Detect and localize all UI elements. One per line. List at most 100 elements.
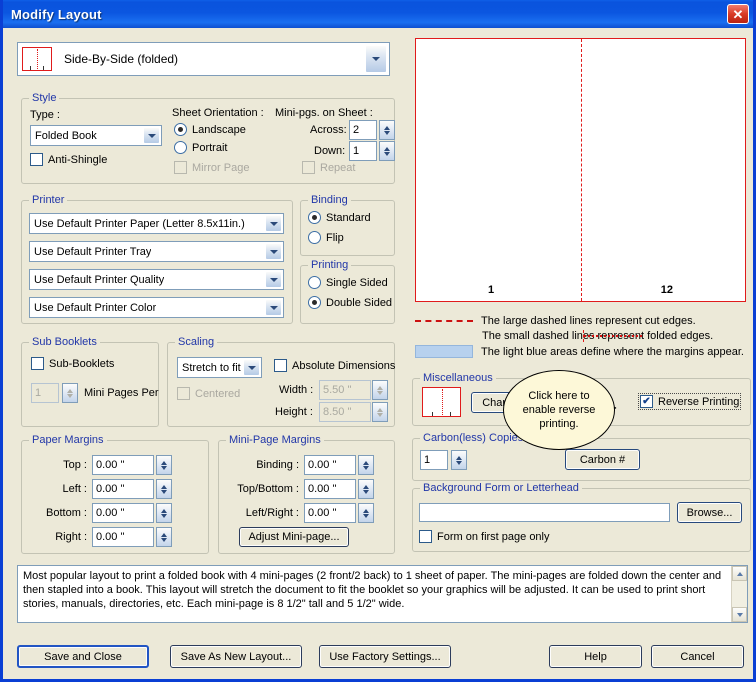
printing-group-label: Printing [308, 259, 352, 271]
save-and-close-button[interactable]: Save and Close [17, 645, 149, 668]
form-first-page-only-checkbox[interactable]: Form on first page only [419, 530, 550, 543]
printer-paper-select[interactable]: Use Default Printer Paper (Letter 8.5x11… [29, 213, 284, 234]
paper-margins-group-label: Paper Margins [29, 434, 107, 446]
carbon-copies-input[interactable]: 1 [420, 450, 448, 470]
across-input[interactable]: 2 [349, 120, 377, 140]
radio-circle [308, 276, 321, 289]
paper-margin-right-value: 0.00 " [96, 531, 125, 543]
across-stepper[interactable] [379, 120, 395, 140]
browse-button[interactable]: Browse... [677, 502, 742, 523]
mini-left-right-input[interactable]: 0.00 " [304, 503, 356, 523]
layout-description-box[interactable]: Most popular layout to print a folded bo… [17, 565, 748, 623]
type-select[interactable]: Folded Book [30, 125, 162, 146]
paper-margin-right-input[interactable]: 0.00 " [92, 527, 154, 547]
printer-color-select[interactable]: Use Default Printer Color [29, 297, 284, 318]
radio-circle [308, 296, 321, 309]
printer-tray-select[interactable]: Use Default Printer Tray [29, 241, 284, 262]
carbon-copies-group-label: Carbon(less) Copies [420, 432, 527, 444]
sub-booklets-group-label: Sub Booklets [29, 336, 100, 348]
mini-top-bottom-input[interactable]: 0.00 " [304, 479, 356, 499]
chevron-down-icon[interactable] [265, 271, 282, 288]
chevron-down-icon[interactable] [143, 127, 160, 144]
layout-description-text: Most popular layout to print a folded bo… [23, 570, 722, 610]
chevron-down-icon[interactable] [265, 215, 282, 232]
description-scrollbar[interactable] [731, 566, 747, 622]
help-button[interactable]: Help [549, 645, 642, 668]
repeat-label: Repeat [320, 161, 356, 174]
preview-page-number-right: 12 [660, 284, 673, 296]
close-icon[interactable]: ✕ [727, 4, 749, 24]
mini-top-bottom-label: Top/Bottom : [237, 483, 299, 495]
binding-radio-flip[interactable]: Flip [308, 231, 344, 244]
background-form-group: Background Form or Letterhead Browse... … [412, 482, 751, 552]
adjust-mini-page-button[interactable]: Adjust Mini-page... [239, 527, 349, 547]
legend-row-cut: The large dashed lines represent cut edg… [415, 315, 751, 327]
mini-left-right-stepper[interactable] [358, 503, 374, 523]
mini-top-bottom-stepper[interactable] [358, 479, 374, 499]
scroll-down-icon[interactable] [732, 607, 747, 622]
down-input[interactable]: 1 [349, 141, 377, 161]
width-label: Width : [279, 384, 314, 396]
preview-legend: The large dashed lines represent cut edg… [415, 315, 751, 361]
scaling-group: Scaling Stretch to fit Centered Absolute… [167, 336, 395, 427]
paper-margin-bottom-input[interactable]: 0.00 " [92, 503, 154, 523]
printer-quality-select[interactable]: Use Default Printer Quality [29, 269, 284, 290]
width-stepper [372, 380, 388, 400]
carbon-copies-stepper[interactable] [451, 450, 467, 470]
save-as-new-layout-button[interactable]: Save As New Layout... [170, 645, 302, 668]
margin-area-swatch-icon [415, 345, 473, 358]
printing-radio-double-sided[interactable]: Double Sided [308, 296, 392, 309]
mini-binding-stepper[interactable] [358, 455, 374, 475]
cancel-button[interactable]: Cancel [651, 645, 744, 668]
chevron-down-icon[interactable] [265, 243, 282, 260]
binding-radio-standard[interactable]: Standard [308, 211, 371, 224]
down-label: Down: [314, 145, 346, 157]
checkbox-box [177, 387, 190, 400]
printer-quality-value: Use Default Printer Quality [34, 273, 165, 286]
paper-margin-right-stepper[interactable] [156, 527, 172, 547]
anti-shingle-checkbox[interactable]: Anti-Shingle [30, 153, 107, 166]
paper-margins-group: Paper Margins Top : 0.00 " Left : 0.00 "… [21, 434, 209, 554]
legend-row-margin: The light blue areas define where the ma… [415, 345, 751, 358]
fold-line [580, 39, 582, 301]
paper-margin-top-input[interactable]: 0.00 " [92, 455, 154, 475]
preview-page-number-left: 1 [488, 284, 495, 296]
mini-pages-per-stepper [62, 383, 78, 403]
background-form-path-input[interactable] [419, 503, 670, 522]
paper-margin-left-stepper[interactable] [156, 479, 172, 499]
chevron-down-icon[interactable] [265, 299, 282, 316]
mini-binding-input[interactable]: 0.00 " [304, 455, 356, 475]
repeat-checkbox: Repeat [302, 161, 355, 174]
legend-row-fold: The small dashed lines represent folded … [415, 330, 751, 342]
absolute-dimensions-checkbox[interactable]: Absolute Dimensions [274, 359, 395, 372]
sub-booklets-label: Sub-Booklets [49, 357, 115, 370]
paper-margin-bottom-stepper[interactable] [156, 503, 172, 523]
background-form-group-label: Background Form or Letterhead [420, 482, 582, 494]
scaling-mode-select[interactable]: Stretch to fit [177, 357, 262, 378]
scroll-up-icon[interactable] [732, 566, 747, 581]
carbon-number-button[interactable]: Carbon # [565, 449, 640, 470]
chevron-down-icon[interactable] [243, 359, 260, 376]
orientation-radio-portrait[interactable]: Portrait [174, 141, 227, 154]
sub-booklets-group: Sub Booklets Sub-Booklets 1 Mini Pages P… [21, 336, 159, 427]
orientation-radio-landscape[interactable]: Landscape [174, 123, 246, 136]
width-value: 5.50 " [323, 384, 352, 396]
height-input: 8.50 " [319, 402, 371, 422]
layout-style-select[interactable]: Side-By-Side (folded) [17, 42, 390, 76]
scaling-group-label: Scaling [175, 336, 218, 348]
height-value: 8.50 " [323, 406, 352, 418]
cut-edge-swatch-icon [415, 315, 473, 327]
height-label: Height : [275, 406, 313, 418]
paper-margin-top-stepper[interactable] [156, 455, 172, 475]
paper-margin-left-input[interactable]: 0.00 " [92, 479, 154, 499]
mini-page-margins-group: Mini-Page Margins Binding : 0.00 " Top/B… [218, 434, 395, 554]
mini-top-bottom-value: 0.00 " [308, 483, 337, 495]
sheet-orientation-label: Sheet Orientation : [172, 107, 264, 119]
mini-pgs-on-sheet-label: Mini-pgs. on Sheet : [275, 107, 373, 119]
down-stepper[interactable] [379, 141, 395, 161]
chevron-down-icon[interactable] [365, 45, 387, 73]
sub-booklets-checkbox[interactable]: Sub-Booklets [31, 357, 114, 370]
use-factory-settings-button[interactable]: Use Factory Settings... [319, 645, 451, 668]
printing-radio-single-sided[interactable]: Single Sided [308, 276, 388, 289]
printer-tray-value: Use Default Printer Tray [34, 245, 152, 258]
